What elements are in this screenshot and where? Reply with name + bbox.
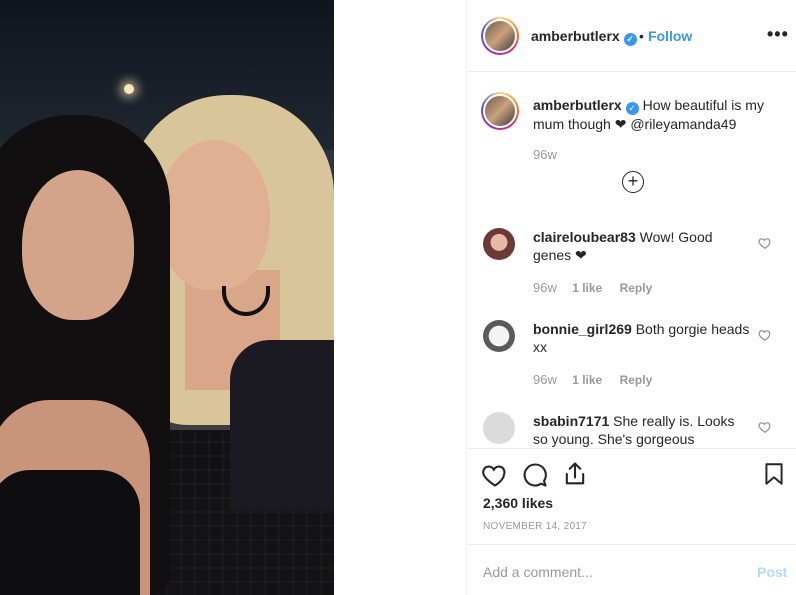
share-icon[interactable] — [561, 460, 589, 488]
like-comment-heart-icon[interactable] — [758, 236, 772, 250]
separator-dot: • — [639, 28, 644, 44]
photo-person-left-face — [22, 170, 134, 320]
comment-likes[interactable]: 1 like — [572, 281, 602, 295]
comment-reply-button[interactable]: Reply — [620, 373, 653, 387]
comment-timestamp[interactable]: 96w — [533, 372, 557, 387]
author-avatar[interactable] — [481, 17, 519, 55]
add-comment-bar: Add a comment... Post — [467, 544, 796, 595]
comment-meta: 96w 1 like Reply — [533, 372, 666, 387]
comment-reply-button[interactable]: Reply — [620, 281, 653, 295]
follow-button[interactable]: Follow — [648, 28, 692, 44]
post-comment-button[interactable]: Post — [757, 564, 787, 580]
comment-item: sbabin7171 She really is. Looks so young… — [533, 412, 753, 448]
photo-person-left-top — [0, 470, 140, 595]
add-comment-input[interactable]: Add a comment... — [483, 564, 593, 580]
like-heart-icon[interactable] — [481, 461, 509, 489]
post-sidebar: amberbutlerx ✓ • Follow ••• amberbutlerx ✓… — [466, 0, 796, 595]
photo-person-right-dress — [230, 340, 334, 510]
caption-timestamp[interactable]: 96w — [533, 147, 557, 162]
likes-count[interactable]: 2,360 likes — [483, 495, 553, 511]
comment-username[interactable]: bonnie_girl269 — [533, 321, 632, 337]
comment-username[interactable]: claireloubear83 — [533, 229, 636, 245]
post-date[interactable]: NOVEMBER 14, 2017 — [483, 521, 587, 532]
commenter-avatar[interactable] — [483, 228, 515, 260]
photo-person-right-face — [158, 140, 270, 290]
comments-list[interactable]: amberbutlerx ✓ How beautiful is my mum th… — [467, 72, 796, 448]
like-comment-heart-icon[interactable] — [758, 420, 772, 434]
commenter-avatar[interactable] — [483, 320, 515, 352]
ceiling-light — [124, 84, 134, 94]
post-photo[interactable] — [0, 0, 334, 595]
commenter-avatar[interactable] — [483, 412, 515, 444]
verified-badge-icon: ✓ — [623, 33, 637, 46]
more-options-icon[interactable]: ••• — [767, 24, 789, 45]
verified-badge-icon: ✓ — [625, 102, 639, 115]
post-actions: 2,360 likes NOVEMBER 14, 2017 — [467, 448, 796, 544]
comment-item: bonnie_girl269 Both gorgie heads xx — [533, 320, 753, 356]
bookmark-icon[interactable] — [761, 460, 787, 488]
author-username[interactable]: amberbutlerx ✓ — [531, 28, 637, 46]
comment-item: claireloubear83 Wow! Good genes ❤ — [533, 228, 753, 264]
caption: amberbutlerx ✓ How beautiful is my mum th… — [533, 96, 773, 133]
caption-avatar[interactable] — [481, 92, 519, 130]
comment-likes[interactable]: 1 like — [572, 373, 602, 387]
comment-meta: 96w 1 like Reply — [533, 280, 666, 295]
comment-timestamp[interactable]: 96w — [533, 280, 557, 295]
post-header: amberbutlerx ✓ • Follow ••• — [467, 0, 796, 72]
caption-username[interactable]: amberbutlerx — [533, 97, 622, 113]
like-comment-heart-icon[interactable] — [758, 328, 772, 342]
comment-bubble-icon[interactable] — [521, 461, 549, 489]
load-more-comments-icon[interactable]: + — [622, 171, 644, 193]
comment-username[interactable]: sbabin7171 — [533, 413, 609, 429]
